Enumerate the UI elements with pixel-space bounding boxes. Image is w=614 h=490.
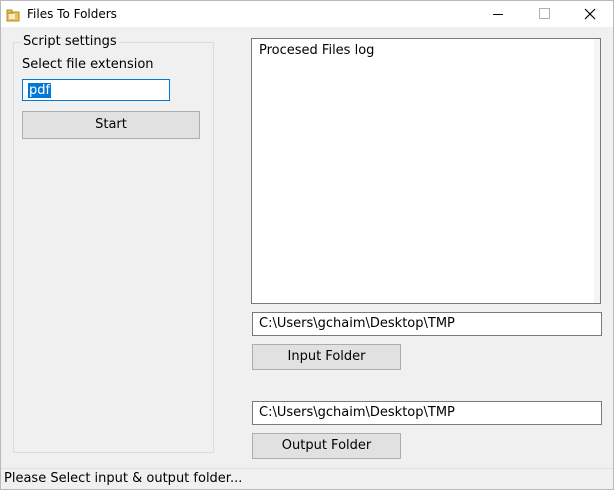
maximize-button[interactable]	[521, 1, 567, 27]
output-folder-path[interactable]: C:\Users\gchaim\Desktop\TMP	[252, 401, 602, 425]
status-bar: Please Select input & output folder...	[1, 468, 613, 489]
minimize-button[interactable]	[475, 1, 521, 27]
log-scrollbar[interactable]	[594, 39, 600, 303]
processed-files-log[interactable]: Procesed Files log	[251, 38, 601, 304]
close-icon	[584, 8, 596, 20]
minimize-icon	[493, 14, 503, 15]
window-title: Files To Folders	[27, 7, 117, 21]
input-folder-path[interactable]: C:\Users\gchaim\Desktop\TMP	[252, 312, 602, 336]
status-text: Please Select input & output folder...	[4, 471, 243, 486]
file-extension-label: Select file extension	[22, 57, 154, 72]
log-title: Procesed Files log	[259, 43, 375, 58]
start-button[interactable]: Start	[22, 111, 200, 139]
script-settings-group	[13, 42, 214, 453]
main-window: Files To Folders Script settings Select …	[0, 0, 614, 490]
input-folder-button[interactable]: Input Folder	[252, 344, 401, 370]
title-bar[interactable]: Files To Folders	[1, 1, 613, 27]
folder-icon	[6, 7, 20, 22]
file-extension-value: pdf	[28, 83, 52, 98]
maximize-icon	[539, 8, 550, 19]
output-folder-button[interactable]: Output Folder	[252, 433, 401, 459]
file-extension-input[interactable]: pdf	[22, 79, 170, 101]
close-button[interactable]	[567, 1, 613, 27]
script-settings-label: Script settings	[22, 34, 119, 49]
